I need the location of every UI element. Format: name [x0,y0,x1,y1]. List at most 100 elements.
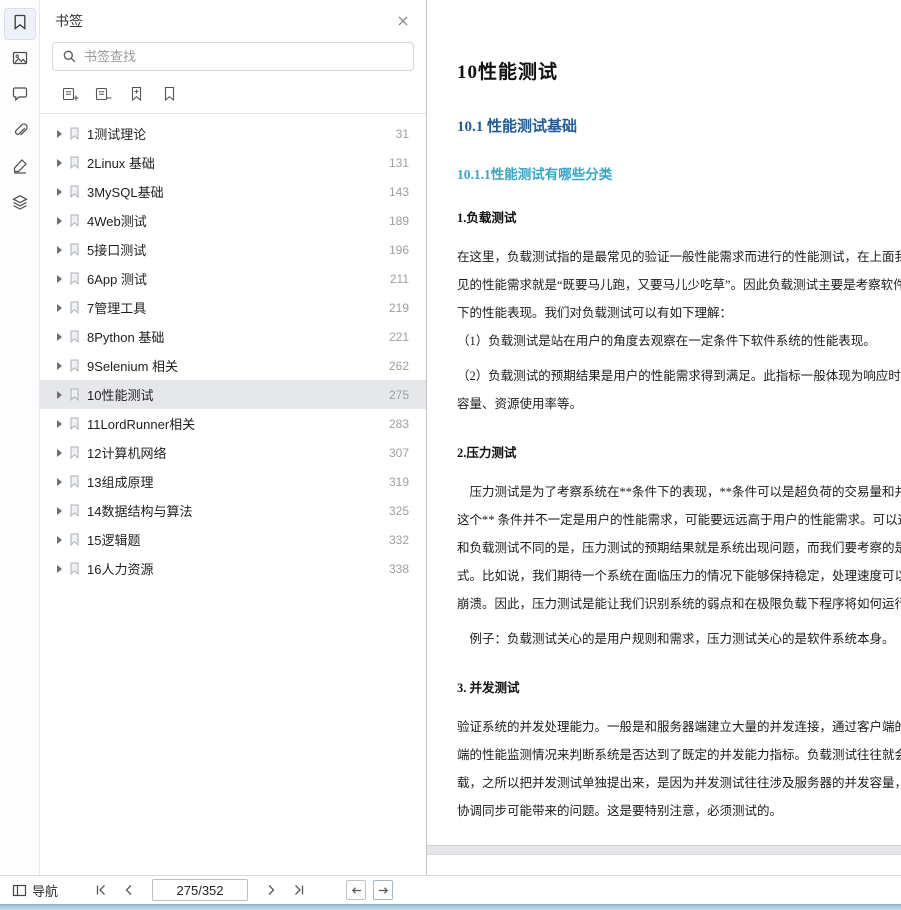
bookmark-item-label: 11LordRunner相关 [87,414,381,433]
bookmark-item-page: 143 [389,185,409,199]
add-bookmark-button[interactable] [126,84,146,104]
search-icon [62,49,77,64]
bookmark-item[interactable]: 4Web测试 189 [40,206,426,235]
next-page-button[interactable] [260,879,282,901]
page-number-input[interactable] [152,879,248,901]
doc-text-line: 这个** 条件并不一定是用户的性能需求，可能要远远高于用户的性能需求。可以这样理… [457,506,901,534]
bookmark-item[interactable]: 11LordRunner相关 283 [40,409,426,438]
forward-button[interactable] [373,880,393,900]
layers-button[interactable] [5,189,35,219]
expand-caret-icon[interactable] [57,246,62,254]
bookmark-item-icon [69,475,80,488]
expand-caret-icon[interactable] [57,275,62,283]
doc-text-line: 崩溃。因此，压力测试是能让我们识别系统的弱点和在极限负载下程序将如何运行。 [457,590,901,618]
expand-caret-icon[interactable] [57,478,62,486]
expand-bookmarks-icon [62,86,79,103]
bookmark-item[interactable]: 9Selenium 相关 262 [40,351,426,380]
layers-icon [11,193,29,216]
navigation-panel-icon [12,883,27,898]
bookmark-item-label: 2Linux 基础 [87,153,381,172]
bookmark-item-icon [69,504,80,517]
navigation-label: 导航 [32,881,58,900]
panel-title: 书签 [55,11,83,31]
bookmark-item[interactable]: 2Linux 基础 131 [40,148,426,177]
bookmarks-panel-button[interactable] [5,9,35,39]
bookmark-search-input[interactable] [84,49,404,64]
expand-caret-icon[interactable] [57,449,62,457]
last-page-button[interactable] [288,879,310,901]
close-panel-button[interactable] [396,14,410,28]
expand-caret-icon[interactable] [57,565,62,573]
bookmark-item-label: 15逻辑题 [87,530,381,549]
bookmark-item[interactable]: 14数据结构与算法 325 [40,496,426,525]
doc-text-line: （1）负载测试是站在用户的角度去观察在一定条件下软件系统的性能表现。 [457,327,901,355]
expand-caret-icon[interactable] [57,304,62,312]
bookmark-item[interactable]: 16人力资源 338 [40,554,426,583]
bookmark-item[interactable]: 5接口测试 196 [40,235,426,264]
bookmark-search[interactable] [52,42,414,71]
bookmark-item-icon [69,272,80,285]
bookmark-item[interactable]: 1测试理论 31 [40,119,426,148]
expand-caret-icon[interactable] [57,391,62,399]
back-button[interactable] [346,880,366,900]
chapter-title: 10性能测试 [457,57,901,84]
bookmark-flag-icon [162,86,177,102]
bookmark-item-icon [69,417,80,430]
expand-caret-icon[interactable] [57,188,62,196]
bookmark-item[interactable]: 13组成原理 319 [40,467,426,496]
bookmarks-panel-header: 书签 [40,0,426,39]
close-icon [396,14,410,28]
bookmark-item-page: 262 [389,359,409,373]
previous-page-icon [122,883,136,897]
first-page-icon [94,883,108,897]
expand-caret-icon[interactable] [57,217,62,225]
expand-caret-icon[interactable] [57,362,62,370]
first-page-button[interactable] [90,879,112,901]
expand-caret-icon[interactable] [57,536,62,544]
attachments-button[interactable] [5,117,35,147]
bookmark-item[interactable]: 3MySQL基础 143 [40,177,426,206]
bookmark-item[interactable]: 15逻辑题 332 [40,525,426,554]
collapse-bookmarks-button[interactable] [93,84,113,104]
bookmark-item-page: 275 [389,388,409,402]
bookmark-item-page: 31 [396,127,409,141]
bookmark-icon [11,13,29,36]
back-icon [350,884,363,897]
bookmark-flag-button[interactable] [159,84,179,104]
bookmark-item-icon [69,301,80,314]
expand-bookmarks-button[interactable] [60,84,80,104]
previous-page-button[interactable] [118,879,140,901]
doc-text-line: 载，之所以把并发测试单独提出来，是因为并发测试往往涉及服务器的并发容量，以及多进 [457,769,901,797]
doc-text-line: 协调同步可能带来的问题。这是要特别注意，必须测试的。 [457,797,901,825]
bookmark-item-page: 131 [389,156,409,170]
bookmark-item[interactable]: 7管理工具 219 [40,293,426,322]
bookmark-item[interactable]: 6App 测试 211 [40,264,426,293]
bookmark-item[interactable]: 12计算机网络 307 [40,438,426,467]
bookmark-item-label: 6App 测试 [87,269,382,288]
bookmark-item-label: 3MySQL基础 [87,182,381,201]
bookmark-item[interactable]: 8Python 基础 221 [40,322,426,351]
bookmark-item[interactable]: 10性能测试 275 [40,380,426,409]
last-page-icon [292,883,306,897]
bookmark-item-icon [69,214,80,227]
navigation-toggle-button[interactable]: 导航 [8,879,62,902]
doc-subheading: 2.压力测试 [457,442,901,461]
expand-caret-icon[interactable] [57,130,62,138]
signature-button[interactable] [5,153,35,183]
bookmark-item-label: 14数据结构与算法 [87,501,381,520]
page-separator [427,845,901,855]
bookmarks-toolbar [40,82,426,114]
expand-caret-icon[interactable] [57,333,62,341]
bookmark-item-icon [69,562,80,575]
page-navigation [90,879,310,901]
bookmark-item-page: 325 [389,504,409,518]
expand-caret-icon[interactable] [57,507,62,515]
expand-caret-icon[interactable] [57,420,62,428]
bookmark-item-page: 319 [389,475,409,489]
thumbnails-button[interactable] [5,45,35,75]
bookmark-item-icon [69,156,80,169]
bookmark-item-label: 5接口测试 [87,240,381,259]
comments-button[interactable] [5,81,35,111]
bookmark-item-label: 1测试理论 [87,124,388,143]
expand-caret-icon[interactable] [57,159,62,167]
